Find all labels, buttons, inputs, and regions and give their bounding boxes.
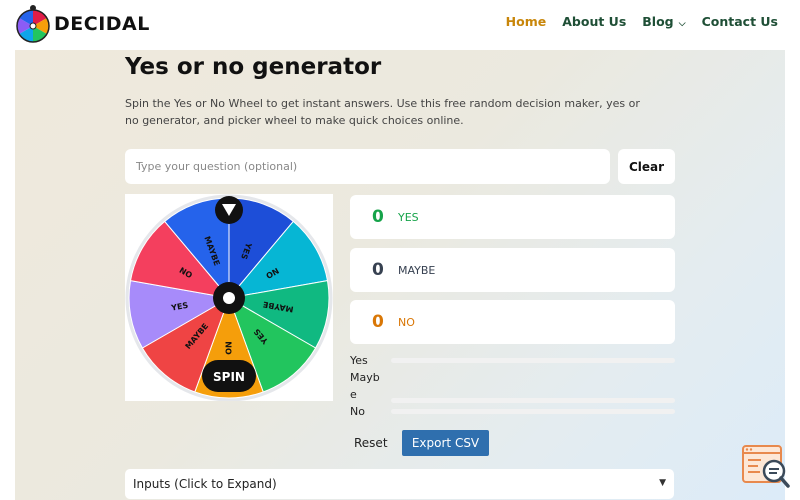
site-header: DECIDAL Home About Us Blog ⌵ Contact Us — [0, 0, 800, 50]
page-title: Yes or no generator — [125, 54, 382, 80]
bar-row-maybe: Maybe — [350, 369, 675, 403]
result-card-no: 0 NO — [350, 300, 675, 344]
spin-button[interactable]: SPIN — [202, 360, 256, 392]
nav-blog[interactable]: Blog ⌵ — [642, 14, 685, 29]
page-description: Spin the Yes or No Wheel to get instant … — [125, 97, 640, 127]
no-count: 0 — [372, 312, 384, 332]
results-chart: Yes Maybe No — [350, 352, 675, 420]
bar-label-yes: Yes — [350, 354, 368, 367]
feedback-search-icon[interactable] — [741, 444, 791, 494]
chevron-down-icon: ⌵ — [675, 19, 686, 29]
question-input[interactable] — [125, 149, 610, 184]
nav-contact-us[interactable]: Contact Us — [702, 14, 778, 29]
brand-name: DECIDAL — [54, 13, 150, 35]
main-nav: Home About Us Blog ⌵ Contact Us — [490, 14, 778, 29]
decision-wheel[interactable]: YESNOMAYBEYESONMAYBEYESNOMAYBE SPIN — [125, 194, 333, 401]
wheel-panel: YES NO MAYBE YES ON MAYBE YES NO MAYBE SPIN — [125, 194, 333, 401]
inputs-expander-label: Inputs (Click to Expand) — [133, 477, 277, 491]
nav-home[interactable]: Home — [506, 14, 547, 29]
yes-label: YES — [398, 210, 419, 224]
reset-button[interactable]: Reset — [354, 436, 388, 450]
wheel-segment-label: ON — [225, 341, 234, 355]
yes-count: 0 — [372, 207, 384, 227]
no-label: NO — [398, 315, 415, 329]
wheel-pointer-icon — [215, 196, 243, 224]
chevron-down-icon: ▼ — [659, 478, 666, 488]
brand-logo[interactable]: DECIDAL — [15, 4, 150, 44]
spin-label: SPIN — [213, 370, 245, 384]
result-card-maybe: 0 MAYBE — [350, 248, 675, 292]
nav-about-us[interactable]: About Us — [562, 14, 626, 29]
bar-label-maybe: Maybe — [350, 371, 380, 401]
bar-label-no: No — [350, 405, 365, 418]
export-csv-button[interactable]: Export CSV — [402, 430, 489, 456]
nav-blog-label: Blog — [642, 14, 674, 29]
maybe-label: MAYBE — [398, 263, 436, 277]
result-card-yes: 0 YES — [350, 195, 675, 239]
bar-track-no — [391, 409, 675, 414]
inputs-expander[interactable]: Inputs (Click to Expand) ▼ — [125, 469, 674, 499]
main-content: Yes or no generator Spin the Yes or No W… — [15, 50, 785, 500]
bar-row-no: No — [350, 403, 675, 420]
bar-row-yes: Yes — [350, 352, 675, 369]
clear-button[interactable]: Clear — [618, 149, 675, 184]
logo-wheel-icon — [16, 5, 50, 43]
bar-track-yes — [391, 358, 675, 363]
maybe-count: 0 — [372, 260, 384, 280]
